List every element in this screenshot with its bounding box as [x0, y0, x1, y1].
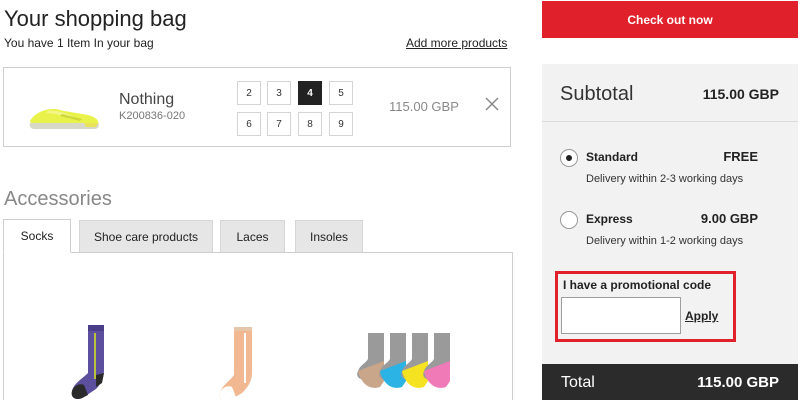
shipping-price: 9.00 GBP: [700, 211, 758, 226]
bag-item-count: You have 1 Item In your bag: [4, 36, 154, 50]
tab-socks[interactable]: Socks: [3, 219, 71, 253]
multi-sock-pack-image[interactable]: [356, 331, 476, 400]
size-option[interactable]: 6: [237, 112, 261, 136]
shoe-image: [29, 109, 99, 129]
shipping-price: FREE: [723, 149, 758, 164]
checkout-button[interactable]: Check out now: [542, 1, 798, 38]
shipping-name: Express: [586, 212, 633, 226]
page-title: Your shopping bag: [4, 6, 187, 31]
size-selector: 2 3 4 5 6 7 8 9: [234, 81, 354, 139]
peach-sock-image[interactable]: [214, 325, 268, 400]
tab-laces[interactable]: Laces: [220, 220, 285, 253]
tab-insoles[interactable]: Insoles: [295, 220, 363, 253]
total-value: 115.00 GBP: [697, 374, 779, 391]
total-row: Total 115.00 GBP: [542, 364, 798, 400]
order-summary: Subtotal 115.00 GBP Standard FREE Delive…: [542, 64, 798, 400]
radio-checked[interactable]: [560, 149, 578, 167]
radio-unchecked[interactable]: [560, 211, 578, 229]
subtotal-row: Subtotal 115.00 GBP: [542, 64, 798, 122]
size-option[interactable]: 3: [267, 81, 291, 105]
size-option[interactable]: 9: [329, 112, 353, 136]
shipping-name: Standard: [586, 150, 639, 164]
add-more-products-link[interactable]: Add more products: [406, 36, 507, 50]
subtotal-value: 115.00 GBP: [702, 86, 779, 102]
close-icon[interactable]: [483, 95, 501, 113]
apply-promo-button[interactable]: Apply: [685, 309, 718, 323]
total-label: Total: [561, 374, 595, 391]
item-code: K200836-020: [119, 110, 186, 122]
promo-code-section: I have a promotional code Apply: [555, 271, 736, 342]
shopping-bag-page: Your shopping bag You have 1 Item In you…: [0, 0, 800, 400]
item-name: Nothing: [119, 91, 175, 108]
subtotal-label: Subtotal: [560, 83, 634, 105]
promo-code-label: I have a promotional code: [563, 278, 712, 292]
promo-code-input[interactable]: [561, 297, 681, 334]
size-option[interactable]: 2: [237, 81, 261, 105]
purple-sock-image[interactable]: [66, 323, 116, 400]
size-option[interactable]: 7: [267, 112, 291, 136]
shipping-option-standard[interactable]: Standard FREE Delivery within 2-3 workin…: [542, 147, 798, 197]
bag-item: Nothing K200836-020 2 3 4 5 6 7 8 9 115.…: [3, 67, 511, 147]
accessories-heading: Accessories: [4, 188, 112, 210]
shipping-description: Delivery within 2-3 working days: [586, 173, 744, 185]
size-option[interactable]: 8: [298, 112, 322, 136]
shipping-description: Delivery within 1-2 working days: [586, 235, 744, 247]
socks-panel: [3, 252, 513, 400]
shipping-option-express[interactable]: Express 9.00 GBP Delivery within 1-2 wor…: [542, 209, 798, 259]
size-option[interactable]: 5: [329, 81, 353, 105]
item-price: 115.00 GBP: [389, 99, 459, 114]
size-option-selected[interactable]: 4: [298, 81, 322, 105]
tab-shoe-care-products[interactable]: Shoe care products: [79, 220, 213, 253]
